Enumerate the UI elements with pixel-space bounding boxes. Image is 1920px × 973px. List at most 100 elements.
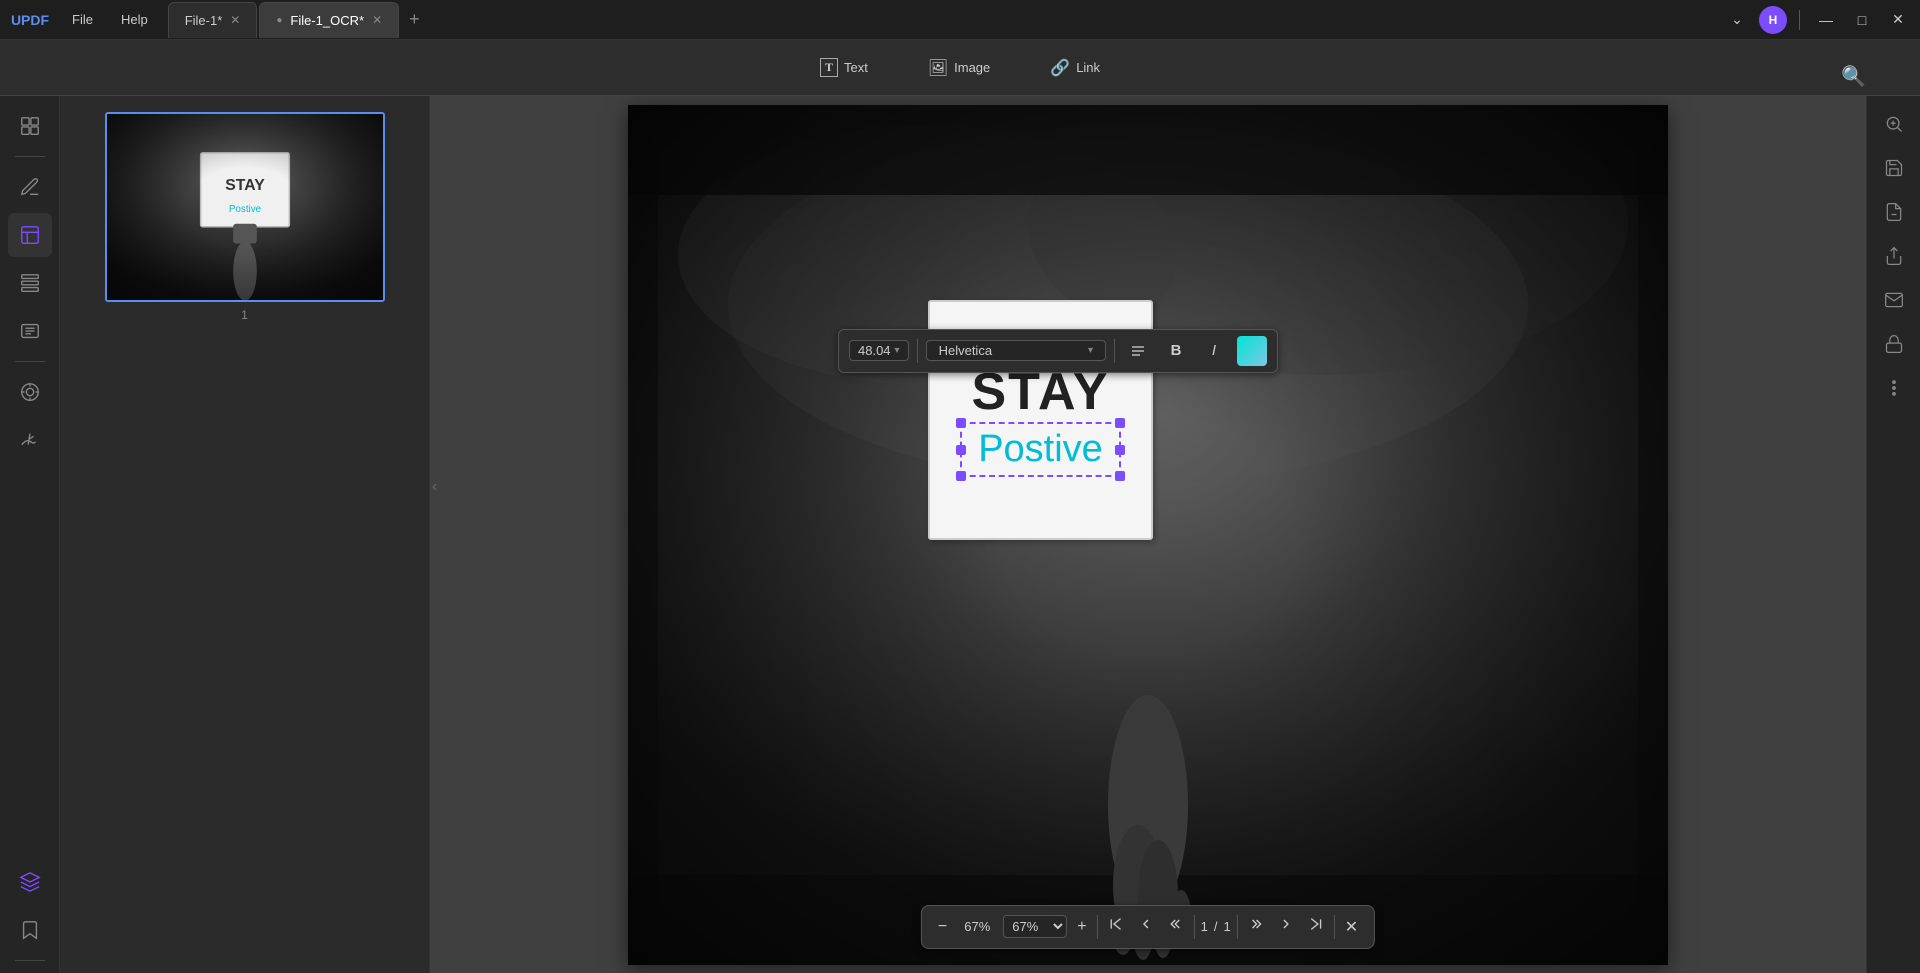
updf-logo: UPDF	[0, 0, 60, 39]
share-icon[interactable]	[1874, 236, 1914, 276]
email-icon[interactable]	[1874, 280, 1914, 320]
font-size-dropdown[interactable]: ▾	[895, 345, 900, 356]
font-size-field[interactable]: 48.04 ▾	[849, 340, 909, 361]
title-bar-right: ⌄ H — □ ✕	[1723, 6, 1920, 34]
canvas-area[interactable]: STAY Postive	[430, 96, 1866, 973]
color-picker-button[interactable]	[1237, 336, 1267, 366]
maximize-button[interactable]: □	[1848, 6, 1876, 34]
thumbnail-page-1[interactable]: STAY Postive 1	[105, 112, 385, 322]
tabs-bar: File-1* ✕ ● File-1_OCR* ✕ +	[168, 2, 1723, 38]
first-page-button[interactable]	[1104, 912, 1128, 941]
search-icon[interactable]: 🔍	[1841, 64, 1866, 89]
text-icon: T	[820, 58, 838, 77]
dropdown-arrow[interactable]: ⌄	[1723, 6, 1751, 34]
thumb-photo: STAY Postive	[107, 114, 383, 300]
toolbar-text[interactable]: T Text	[806, 52, 882, 83]
save-pdf-icon[interactable]	[1874, 148, 1914, 188]
toolbar-text-label: Text	[844, 60, 868, 75]
menu-file[interactable]: File	[60, 8, 105, 31]
menu-bar: File Help	[60, 8, 160, 31]
sel-handle-tr	[1115, 418, 1125, 428]
zoom-out-button[interactable]: −	[934, 914, 951, 940]
minimize-button[interactable]: —	[1812, 6, 1840, 34]
sidebar-signature[interactable]	[8, 418, 52, 462]
bottom-bar-divider-3	[1237, 915, 1238, 939]
italic-button[interactable]: I	[1199, 336, 1229, 366]
toolbar-image[interactable]: 🖼 Image	[914, 52, 1004, 84]
sidebar-layers[interactable]	[8, 860, 52, 904]
thumbnail-panel: STAY Postive 1	[60, 96, 430, 973]
image-icon: 🖼	[928, 58, 948, 78]
menu-help[interactable]: Help	[109, 8, 160, 31]
sidebar-bookmark[interactable]	[8, 908, 52, 952]
tab-file1-ocr-close[interactable]: ✕	[372, 13, 382, 27]
protect-icon[interactable]	[1874, 324, 1914, 364]
font-size-value: 48.04	[858, 343, 891, 358]
font-name-selector[interactable]: Helvetica ▾	[926, 340, 1106, 361]
zoom-select[interactable]: 67%50%75%100%	[1003, 915, 1067, 938]
toolbar: 🔍 T Text 🖼 Image 🔗 Link	[0, 40, 1920, 96]
sidebar-pages[interactable]	[8, 104, 52, 148]
sign-card-selection-box: Postive	[960, 422, 1121, 477]
align-button[interactable]	[1123, 336, 1153, 366]
last-page-button[interactable]	[1304, 912, 1328, 941]
thumbnail-page-num: 1	[241, 308, 248, 322]
tab-file1-ocr-label: File-1_OCR*	[290, 13, 364, 28]
next-page-button[interactable]	[1244, 912, 1268, 941]
left-sidebar	[0, 96, 60, 973]
sign-card-postive: Postive	[978, 428, 1103, 471]
page-total: 1	[1223, 919, 1230, 934]
text-formatting-toolbar: 48.04 ▾ Helvetica ▾ B I	[838, 329, 1278, 373]
close-bottom-bar-button[interactable]: ✕	[1341, 913, 1362, 941]
close-button[interactable]: ✕	[1884, 6, 1912, 34]
bold-button[interactable]: B	[1161, 336, 1191, 366]
sidebar-forms[interactable]	[8, 309, 52, 353]
sidebar-divider-1	[15, 156, 45, 157]
tab-file1-close[interactable]: ✕	[230, 13, 240, 27]
tab-file1-label: File-1*	[185, 13, 223, 28]
toolbar-link[interactable]: 🔗 Link	[1036, 52, 1114, 84]
main-area: STAY Postive 1 ‹	[0, 96, 1920, 973]
page-separator: /	[1214, 919, 1218, 934]
font-name-dropdown[interactable]: ▾	[1088, 345, 1093, 356]
divider	[1799, 10, 1800, 30]
toolbar-image-label: Image	[954, 60, 990, 75]
tt-divider-2	[1114, 339, 1115, 363]
prev-page-button-2[interactable]	[1164, 912, 1188, 941]
tab-file1[interactable]: File-1* ✕	[168, 2, 258, 38]
thumb-svg: STAY Postive	[107, 112, 383, 302]
sidebar-organize[interactable]	[8, 261, 52, 305]
panel-collapse-arrow[interactable]: ‹	[432, 478, 437, 496]
prev-page-button[interactable]	[1134, 912, 1158, 941]
tab-file1-ocr[interactable]: ● File-1_OCR* ✕	[259, 2, 399, 38]
more-options-icon[interactable]	[1874, 368, 1914, 408]
bottom-bar-divider-4	[1334, 915, 1335, 939]
sidebar-divider-3	[15, 960, 45, 961]
thumbnail-frame-1: STAY Postive	[105, 112, 385, 302]
sel-handle-tl	[956, 418, 966, 428]
page-current: 1	[1201, 919, 1208, 934]
link-icon: 🔗	[1050, 58, 1070, 78]
user-avatar: H	[1759, 6, 1787, 34]
next-page-button-2[interactable]	[1274, 912, 1298, 941]
bottom-bar-divider-2	[1194, 915, 1195, 939]
sel-handle-br	[1115, 471, 1125, 481]
add-tab-button[interactable]: +	[401, 9, 428, 30]
zoom-level-display: 67%	[957, 919, 997, 934]
right-sidebar	[1866, 96, 1920, 973]
sidebar-divider-2	[15, 361, 45, 362]
tt-divider-1	[917, 339, 918, 363]
document-page: STAY Postive	[628, 105, 1668, 965]
sel-handle-ml	[956, 445, 966, 455]
sidebar-edit[interactable]	[8, 165, 52, 209]
sidebar-ocr[interactable]	[8, 370, 52, 414]
sel-handle-mr	[1115, 445, 1125, 455]
zoom-in-button[interactable]: +	[1073, 914, 1090, 940]
sidebar-annotate[interactable]	[8, 213, 52, 257]
tab-file1-ocr-dot: ●	[276, 15, 282, 26]
sel-handle-bl	[956, 471, 966, 481]
font-name-value: Helvetica	[939, 343, 992, 358]
search-zoom-icon[interactable]	[1874, 104, 1914, 144]
save-other-icon[interactable]	[1874, 192, 1914, 232]
title-bar: UPDF File Help File-1* ✕ ● File-1_OCR* ✕…	[0, 0, 1920, 40]
